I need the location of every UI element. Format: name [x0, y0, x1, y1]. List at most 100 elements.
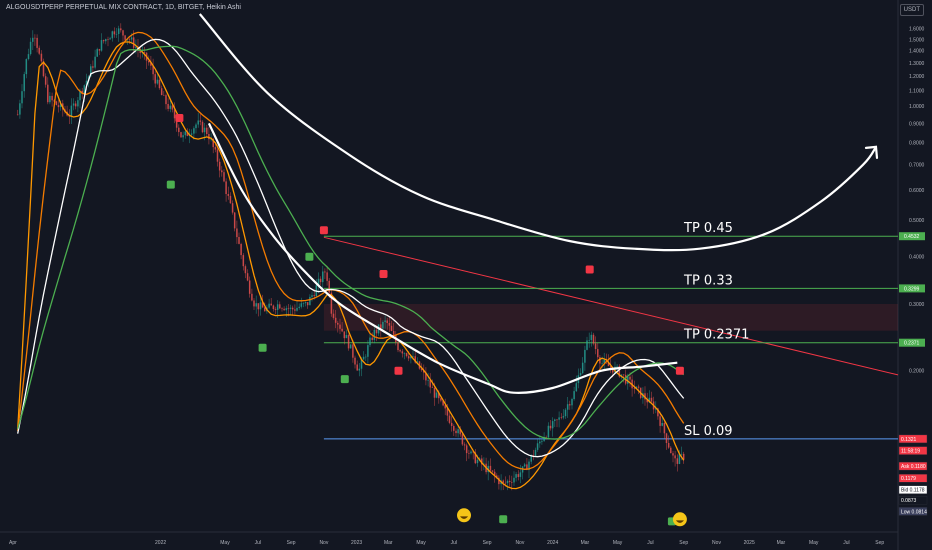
candle-body [663, 423, 666, 434]
candle-body [549, 425, 552, 429]
candle-body [539, 441, 541, 444]
candle-body [564, 409, 567, 417]
signal-marker [175, 114, 184, 122]
candle-body [113, 31, 116, 35]
candle-body [94, 56, 96, 68]
candle-body [470, 451, 472, 454]
signal-marker [166, 180, 175, 189]
candle-body [616, 365, 618, 367]
price-tag-text: 0.1179 [901, 476, 916, 482]
candle-body [246, 273, 249, 281]
level-label: SL 0.09 [684, 424, 733, 439]
time-tick-label: Mar [384, 540, 393, 546]
candle-body [347, 335, 350, 349]
candle-body [201, 121, 204, 133]
candle-body [216, 149, 219, 162]
candle-body [358, 368, 361, 371]
candle-body [407, 356, 410, 359]
time-tick-label: 2022 [155, 540, 166, 546]
time-tick-label: Jul [255, 540, 261, 546]
candle-body [178, 127, 180, 133]
candle-body [229, 195, 232, 204]
candle-body [465, 445, 468, 454]
resistance-zone [323, 304, 898, 331]
candle-body [57, 105, 60, 108]
candle-body [354, 357, 356, 365]
candle-body [208, 134, 210, 140]
candle-body [508, 480, 511, 482]
candle-body [132, 37, 135, 48]
candle-body [349, 344, 352, 349]
price-tick-label: 1.0000 [909, 104, 925, 110]
price-tag-text: Low 0.0814 [901, 509, 927, 515]
candle-body [332, 313, 335, 318]
candle-body [674, 455, 676, 459]
level-price-tag-text: 0.2371 [904, 341, 920, 347]
candle-body [74, 103, 77, 107]
price-tick-label: 1.6000 [909, 27, 925, 33]
candle-body [392, 331, 395, 335]
candle-body [597, 349, 599, 358]
candle-body [504, 482, 507, 484]
moving-average-line [17, 41, 685, 490]
candle-body [352, 344, 354, 358]
time-tick-label: May [613, 540, 623, 546]
candle-body [590, 334, 593, 340]
candle-body [274, 308, 277, 310]
price-chart[interactable]: 1.6000 1.5000 1.4000 1.3000 1.2000 1.1000 1.00… [0, 0, 932, 550]
candle-body [339, 324, 341, 329]
candle-body [375, 330, 378, 334]
candle-body [294, 309, 296, 311]
candle-body [569, 404, 571, 406]
candle-body [405, 353, 408, 357]
candle-body [453, 426, 455, 431]
time-tick-label: Sep [287, 540, 296, 546]
smiley-marker [672, 512, 687, 527]
candle-body [665, 433, 668, 443]
candle-body [291, 307, 294, 310]
candle-body [255, 303, 257, 307]
candle-body [341, 328, 343, 332]
candle-body [386, 320, 388, 323]
candle-body [32, 37, 34, 42]
candle-body [586, 340, 588, 350]
time-tick-label: May [416, 540, 426, 546]
candle-body [455, 430, 457, 434]
candle-body [158, 79, 161, 89]
candle-body [203, 127, 206, 133]
drawn-decline-curve [207, 122, 678, 394]
candle-body [369, 337, 371, 346]
candle-body [343, 331, 346, 339]
candle-body [388, 323, 391, 326]
candle-body [180, 132, 182, 138]
candle-body [165, 95, 167, 105]
candle-body [672, 453, 674, 456]
signal-marker [319, 226, 328, 235]
level-label: TP 0.33 [683, 273, 733, 288]
candle-body [551, 421, 554, 429]
candle-body [182, 135, 184, 138]
candle-body [105, 39, 107, 42]
candle-body [298, 306, 300, 308]
candle-body [96, 49, 98, 57]
price-tick-label: 0.6000 [909, 188, 925, 194]
candle-body [547, 425, 550, 438]
candle-body [382, 322, 384, 329]
candle-body [592, 334, 595, 344]
time-tick-label: 2024 [547, 540, 558, 546]
candle-body [218, 161, 221, 171]
time-tick-label: Jul [843, 540, 849, 546]
candle-body [107, 39, 109, 40]
candle-body [468, 453, 470, 454]
candle-body [36, 37, 38, 48]
candle-body [448, 415, 451, 423]
candle-body [594, 343, 597, 349]
candle-body [429, 380, 431, 388]
time-tick-label: Jul [451, 540, 457, 546]
candle-body [661, 423, 663, 426]
candle-body [251, 293, 253, 301]
candle-body [506, 480, 509, 484]
candle-body [519, 472, 522, 477]
price-tick-label: 0.9000 [909, 121, 925, 127]
candle-body [51, 95, 53, 101]
